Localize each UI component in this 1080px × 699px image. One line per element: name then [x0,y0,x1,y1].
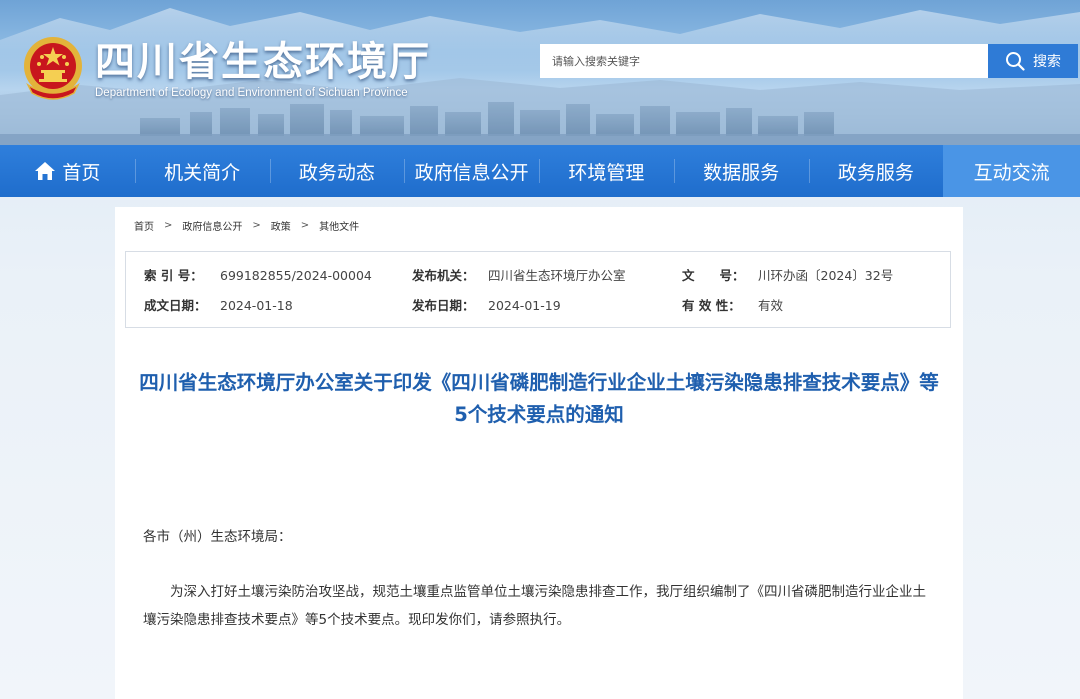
nav-item-about[interactable]: 机关简介 [134,145,270,197]
meta-validity-label: 有 效 性： [682,298,741,313]
meta-docno-label: 文 号： [682,268,745,283]
breadcrumb-separator: > [252,220,261,231]
nav-item-label: 政务服务 [837,161,914,184]
breadcrumb-link-other-documents[interactable]: 其他文件 [319,218,359,233]
breadcrumb-separator: > [300,220,310,231]
meta-publisher-value: 四川省生态环境厅办公室 [488,268,626,283]
meta-docno-value: 川环办函〔2024〕32号 [758,268,894,283]
meta-created-label: 成文日期： [144,298,207,313]
search-input[interactable] [540,44,988,78]
nav-item-label: 政府信息公开 [414,161,529,184]
breadcrumb-link-policy[interactable]: 政策 [271,218,291,233]
breadcrumb-link-info-disclosure[interactable]: 政府信息公开 [182,218,242,233]
meta-validity: 有 效 性： 有效 [682,298,783,314]
nav-item-label: 机关简介 [164,161,241,184]
meta-published-value: 2024-01-19 [488,298,561,313]
nav-item-home[interactable]: 首页 [0,145,135,197]
nav-item-label: 首页 [62,161,101,184]
nav-item-label: 互动交流 [973,161,1050,184]
meta-publisher-label: 发布机关： [412,268,475,283]
nav-item-label: 环境管理 [568,161,645,184]
breadcrumb: 首页 > 政府信息公开 > 政策 > 其他文件 [134,218,359,233]
nav-item-environment-management[interactable]: 环境管理 [539,145,674,197]
nav-item-data-services[interactable]: 数据服务 [673,145,809,197]
document-metadata-table: 索 引 号： 699182855/2024-00004 发布机关： 四川省生态环… [125,251,951,328]
meta-created-value: 2024-01-18 [220,298,293,313]
breadcrumb-link-home[interactable]: 首页 [134,218,154,233]
nav-item-government-services[interactable]: 政务服务 [808,145,944,197]
search-icon [1006,52,1025,71]
meta-published: 发布日期： 2024-01-19 [412,298,561,314]
meta-publisher: 发布机关： 四川省生态环境厅办公室 [412,268,626,284]
meta-validity-value: 有效 [758,298,784,313]
breadcrumb-separator: > [164,220,173,231]
main-nav: 首页 机关简介 政务动态 政府信息公开 环境管理 数据服务 政务服务 互动交流 [0,145,1080,197]
nav-item-info-disclosure[interactable]: 政府信息公开 [404,145,539,197]
article-greeting: 各市（州）生态环境局： [143,529,292,545]
article-title: 四川省生态环境厅办公室关于印发《四川省磷肥制造行业企业土壤污染隐患排查技术要点》… [139,371,939,426]
nav-item-label: 数据服务 [703,161,780,184]
site-header: 四川省生态环境厅 Department of Ecology and Envir… [0,0,1080,145]
meta-published-label: 发布日期： [412,298,475,313]
article-container: 首页 > 政府信息公开 > 政策 > 其他文件 索 引 号： 699182855… [115,207,963,699]
meta-docno: 文 号： 川环办函〔2024〕32号 [682,268,893,284]
meta-index-value: 699182855/2024-00004 [220,268,372,283]
site-title: 四川省生态环境厅 [95,38,431,85]
nav-item-label: 政务动态 [298,161,375,184]
meta-created: 成文日期： 2024-01-18 [144,298,293,314]
site-subtitle: Department of Ecology and Environment of… [95,87,408,99]
search-button[interactable]: 搜索 [988,44,1078,78]
search-button-label: 搜索 [1033,54,1061,70]
meta-index: 索 引 号： 699182855/2024-00004 [144,268,372,284]
meta-index-label: 索 引 号： [144,268,203,283]
national-emblem-icon [24,37,82,100]
home-icon [35,162,56,180]
article-paragraph: 为深入打好土壤污染防治攻坚战，规范土壤重点监管单位土壤污染隐患排查工作，我厅组织… [143,584,926,628]
nav-item-news[interactable]: 政务动态 [269,145,405,197]
nav-item-interaction[interactable]: 互动交流 [943,145,1080,197]
